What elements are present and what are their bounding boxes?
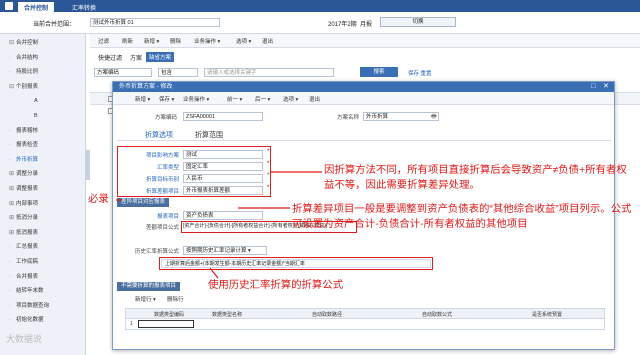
watermark: 大数据说 [6,334,43,344]
annotation-arrows [116,171,322,279]
